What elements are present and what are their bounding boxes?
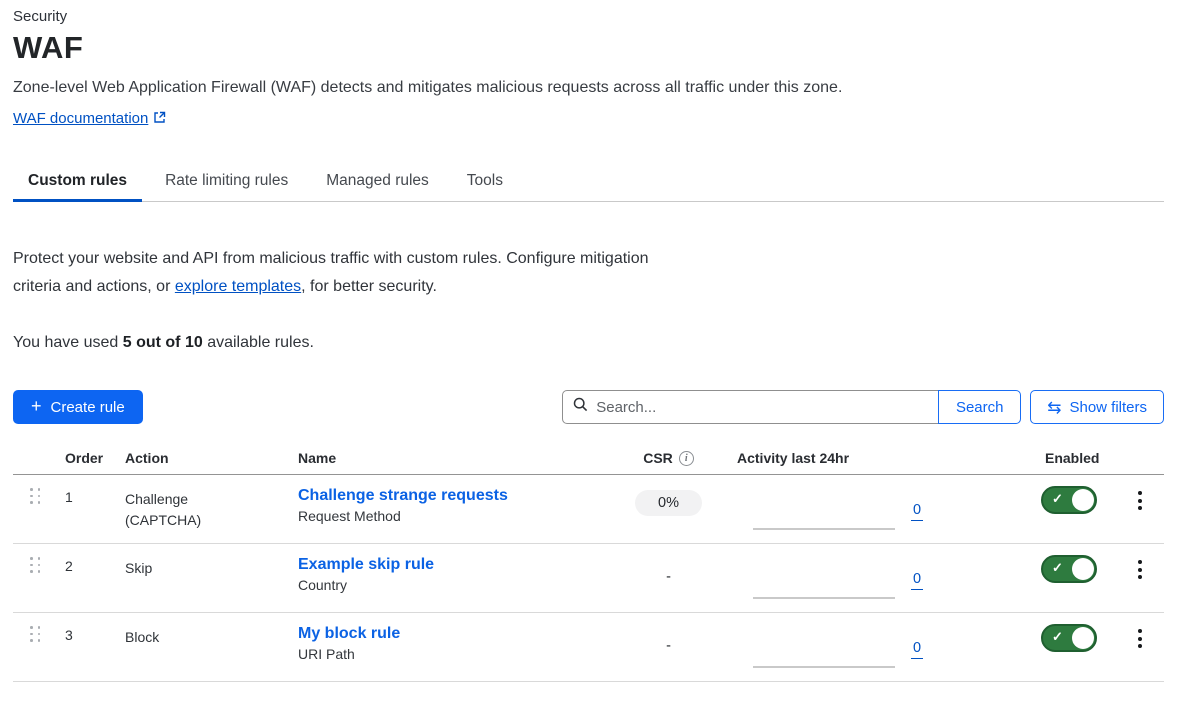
search-input[interactable] [596, 399, 928, 416]
activity-sparkline [753, 666, 895, 668]
csr-badge: 0% [635, 490, 702, 516]
header-enabled: Enabled [1020, 450, 1120, 466]
plus-icon: + [31, 397, 42, 415]
drag-handle-icon[interactable] [30, 488, 53, 504]
table-row: 3 Block My block rule URI Path - 0 ✓ [13, 613, 1164, 682]
header-order: Order [53, 450, 113, 466]
header-csr: CSR [643, 450, 673, 466]
page-title: WAF [13, 30, 1164, 66]
enabled-toggle[interactable]: ✓ [1041, 555, 1097, 583]
enabled-toggle[interactable]: ✓ [1041, 624, 1097, 652]
tab-managed-rules[interactable]: Managed rules [311, 163, 444, 201]
rule-name-link[interactable]: My block rule [298, 625, 600, 643]
filters-swap-icon: ⇆ [1047, 399, 1061, 416]
row-menu-button[interactable] [1136, 558, 1164, 581]
waf-tabbar: Custom rules Rate limiting rules Managed… [13, 163, 1164, 202]
breadcrumb-security: Security [13, 0, 1164, 25]
search-button[interactable]: Search [938, 390, 1021, 424]
rule-action: Challenge (CAPTCHA) [113, 475, 286, 543]
activity-count-link[interactable]: 0 [911, 640, 923, 659]
rule-action: Skip [113, 544, 286, 612]
rule-action-line2: (CAPTCHA) [125, 510, 286, 531]
drag-handle-icon[interactable] [30, 626, 53, 642]
rule-name-link[interactable]: Example skip rule [298, 556, 600, 574]
rule-action-line1: Block [125, 627, 286, 648]
check-icon: ✓ [1052, 629, 1063, 645]
custom-rules-table: Order Action Name CSR i Activity last 24… [13, 450, 1164, 682]
csr-badge: - [666, 564, 671, 590]
row-menu-button[interactable] [1136, 627, 1164, 650]
rules-table-body: 1 Challenge (CAPTCHA) Challenge strange … [13, 475, 1164, 682]
create-rule-button[interactable]: + Create rule [13, 390, 143, 424]
activity-count-link[interactable]: 0 [911, 571, 923, 590]
intro-line-2: criteria and actions, or explore templat… [13, 273, 1164, 301]
rule-action-line1: Skip [125, 558, 286, 579]
table-row: 1 Challenge (CAPTCHA) Challenge strange … [13, 475, 1164, 544]
page-description: Zone-level Web Application Firewall (WAF… [13, 79, 1164, 97]
rule-expression: Country [298, 577, 600, 593]
activity-sparkline [753, 597, 895, 599]
external-link-icon [153, 111, 166, 128]
search-box [562, 390, 939, 424]
explore-templates-link[interactable]: explore templates [175, 278, 301, 295]
rules-usage-count: 5 out of 10 [123, 334, 203, 351]
tab-tools[interactable]: Tools [452, 163, 518, 201]
header-action: Action [113, 450, 286, 466]
rule-order: 3 [53, 613, 113, 681]
rules-usage-text: You have used 5 out of 10 available rule… [13, 334, 1164, 352]
rule-expression: URI Path [298, 646, 600, 662]
activity-count-link[interactable]: 0 [911, 502, 923, 521]
table-header-row: Order Action Name CSR i Activity last 24… [13, 450, 1164, 475]
header-activity: Activity last 24hr [737, 450, 1020, 466]
custom-rules-intro: Protect your website and API from malici… [13, 245, 1164, 301]
search-icon [573, 397, 588, 417]
header-name: Name [286, 450, 600, 466]
rule-action: Block [113, 613, 286, 681]
row-menu-button[interactable] [1136, 489, 1164, 512]
enabled-toggle[interactable]: ✓ [1041, 486, 1097, 514]
rule-order: 1 [53, 475, 113, 543]
activity-sparkline [753, 528, 895, 530]
tab-custom-rules[interactable]: Custom rules [13, 163, 142, 201]
rule-name-link[interactable]: Challenge strange requests [298, 487, 600, 505]
csr-badge: - [666, 633, 671, 659]
show-filters-button[interactable]: ⇆ Show filters [1030, 390, 1164, 424]
waf-documentation-link[interactable]: WAF documentation [13, 110, 148, 127]
table-row: 2 Skip Example skip rule Country - 0 ✓ [13, 544, 1164, 613]
intro-line-1: Protect your website and API from malici… [13, 245, 1164, 273]
tab-rate-limiting-rules[interactable]: Rate limiting rules [150, 163, 303, 201]
rule-order: 2 [53, 544, 113, 612]
check-icon: ✓ [1052, 491, 1063, 507]
check-icon: ✓ [1052, 560, 1063, 576]
rule-expression: Request Method [298, 508, 600, 524]
csr-info-icon[interactable]: i [679, 451, 694, 466]
rule-action-line1: Challenge [125, 489, 286, 510]
drag-handle-icon[interactable] [30, 557, 53, 573]
